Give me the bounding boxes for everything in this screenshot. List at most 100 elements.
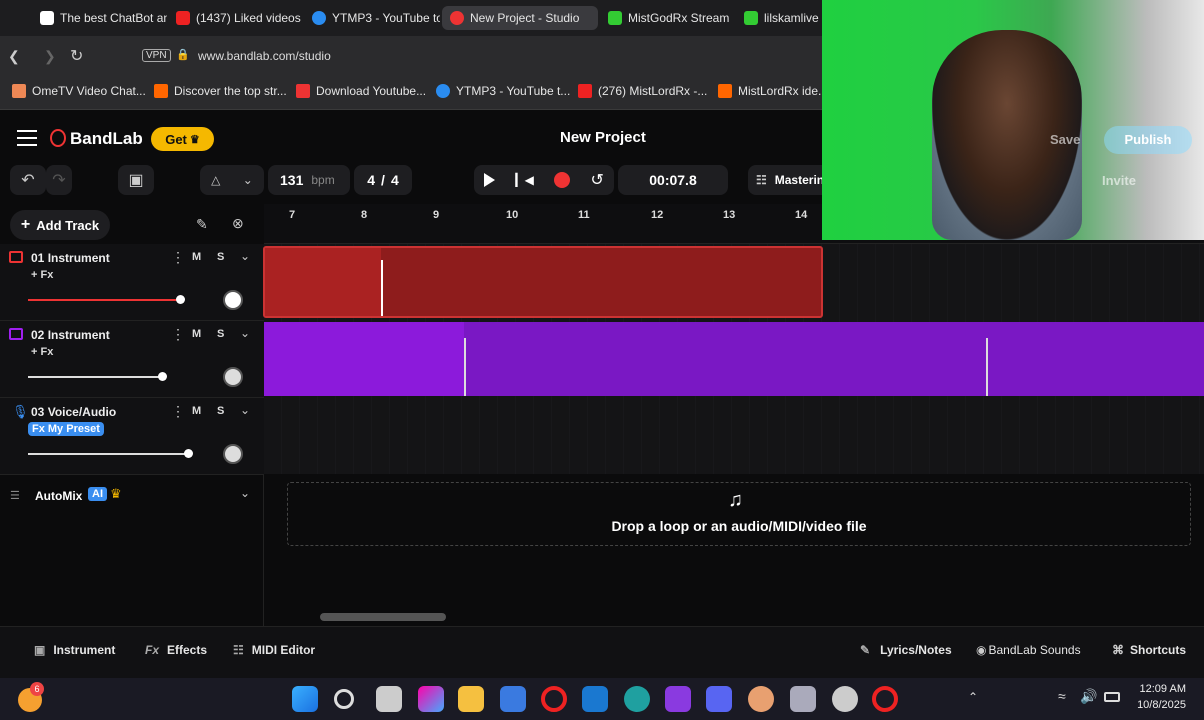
ruler-number: 14 bbox=[795, 209, 808, 221]
pan-knob[interactable] bbox=[223, 444, 243, 464]
volume-handle[interactable] bbox=[184, 449, 193, 458]
lyrics-notes-button[interactable]: ✎ Lyrics/Notes bbox=[860, 643, 952, 657]
undo-button[interactable]: ↶ bbox=[10, 165, 46, 195]
redo-button[interactable]: ↷ bbox=[46, 165, 72, 195]
url-field[interactable]: www.bandlab.com/studio bbox=[198, 49, 331, 63]
volume-slider[interactable] bbox=[28, 453, 190, 455]
publish-button[interactable]: Publish bbox=[1104, 126, 1192, 154]
camera-icon[interactable] bbox=[790, 686, 816, 712]
track-header[interactable]: 01 Instrument + Fx ⋮ M S ⌄ bbox=[0, 244, 264, 321]
solo-button[interactable]: S bbox=[217, 328, 224, 340]
file-explorer-icon[interactable] bbox=[458, 686, 484, 712]
browser-tab[interactable]: YTMP3 - YouTube to bbox=[304, 6, 440, 30]
more-icon[interactable]: ⋮ bbox=[171, 403, 185, 420]
back-icon[interactable]: ❮ bbox=[8, 48, 20, 65]
clipchamp-icon[interactable] bbox=[665, 686, 691, 712]
time-signature-control[interactable]: 4 / 4 bbox=[354, 165, 412, 195]
clock-date[interactable]: 10/8/2025 bbox=[1136, 699, 1186, 711]
add-fx-button[interactable]: + Fx bbox=[31, 269, 53, 281]
browser-tab[interactable]: (1437) Liked videos - bbox=[168, 6, 304, 30]
windows-start-icon[interactable] bbox=[292, 686, 318, 712]
add-fx-button[interactable]: + Fx bbox=[31, 346, 53, 358]
opera-icon[interactable] bbox=[541, 686, 567, 712]
bookmark[interactable]: OmeTV Video Chat... bbox=[12, 84, 146, 98]
midi-editor-tab[interactable]: ☷ MIDI Editor bbox=[233, 643, 315, 657]
opera-gx-icon[interactable] bbox=[872, 686, 898, 712]
discord-icon[interactable] bbox=[706, 686, 732, 712]
edge-icon[interactable] bbox=[624, 686, 650, 712]
track-header[interactable]: 02 Instrument + Fx ⋮ M S ⌄ bbox=[0, 321, 264, 398]
horizontal-scrollbar[interactable] bbox=[320, 613, 446, 621]
pan-knob[interactable] bbox=[223, 290, 243, 310]
bookmark[interactable]: (276) MistLordRx -... bbox=[578, 84, 707, 98]
more-icon[interactable]: ⋮ bbox=[171, 326, 185, 343]
bookmark[interactable]: MistLordRx ide... bbox=[718, 84, 828, 98]
metronome-control[interactable]: △ ⌄ bbox=[200, 165, 264, 195]
app-icon[interactable] bbox=[748, 686, 774, 712]
volume-handle[interactable] bbox=[176, 295, 185, 304]
vpn-badge[interactable]: VPN bbox=[142, 49, 171, 62]
save-button[interactable]: Save bbox=[1050, 132, 1080, 147]
outlook-icon[interactable] bbox=[582, 686, 608, 712]
play-button[interactable] bbox=[484, 173, 496, 187]
track-name: 02 Instrument bbox=[31, 328, 110, 342]
pen-tool-icon[interactable]: ✎ bbox=[196, 216, 208, 233]
battery-icon[interactable] bbox=[1104, 692, 1120, 702]
midi-region[interactable] bbox=[264, 322, 1204, 396]
record-button[interactable] bbox=[554, 172, 571, 188]
copilot-icon[interactable] bbox=[418, 686, 444, 712]
invite-button[interactable]: Invite bbox=[1102, 173, 1136, 188]
chevron-down-icon[interactable]: ⌄ bbox=[240, 326, 250, 340]
browser-tab[interactable]: MistGodRx Stream bbox=[600, 6, 736, 30]
volume-slider[interactable] bbox=[28, 299, 182, 301]
tempo-control[interactable]: 131 bpm bbox=[268, 165, 350, 195]
bookmark[interactable]: Discover the top str... bbox=[154, 84, 287, 98]
instrument-tab[interactable]: ▣ Instrument bbox=[34, 643, 115, 657]
shortcuts-button[interactable]: ⌘ Shortcuts bbox=[1112, 643, 1186, 657]
skip-back-icon[interactable]: ▎◀ bbox=[515, 173, 533, 187]
forward-icon[interactable]: ❯ bbox=[44, 48, 56, 65]
mute-button[interactable]: M bbox=[192, 405, 201, 417]
toggle-view-button[interactable]: ▣ bbox=[118, 165, 154, 195]
volume-handle[interactable] bbox=[158, 372, 167, 381]
magnet-icon[interactable]: ⊗ bbox=[232, 215, 244, 232]
volume-slider[interactable] bbox=[28, 376, 164, 378]
chevron-down-icon[interactable]: ⌄ bbox=[240, 403, 250, 417]
task-view-icon[interactable] bbox=[376, 686, 402, 712]
chevron-down-icon[interactable]: ⌄ bbox=[240, 249, 250, 263]
loop-icon[interactable]: ↺ bbox=[590, 170, 603, 190]
more-icon[interactable]: ⋮ bbox=[171, 249, 185, 266]
mute-button[interactable]: M bbox=[192, 251, 201, 263]
reload-icon[interactable]: ↻ bbox=[70, 46, 83, 66]
track-header[interactable]: 🎙 03 Voice/Audio Fx My Preset ⋮ M S ⌄ bbox=[0, 398, 264, 475]
get-membership-button[interactable]: Get ♛ bbox=[151, 127, 214, 151]
bookmark[interactable]: YTMP3 - YouTube t... bbox=[436, 84, 570, 98]
menu-icon[interactable] bbox=[17, 130, 37, 146]
clock-time[interactable]: 12:09 AM bbox=[1136, 683, 1186, 695]
volume-icon[interactable]: 🔊 bbox=[1080, 688, 1097, 705]
chevron-down-icon[interactable]: ⌄ bbox=[240, 486, 250, 500]
kick-icon bbox=[744, 11, 758, 25]
microphone-icon: 🎙 bbox=[12, 404, 29, 419]
chevron-up-icon[interactable]: ⌃ bbox=[968, 690, 978, 704]
midi-region[interactable] bbox=[263, 246, 823, 318]
project-title[interactable]: New Project bbox=[560, 129, 646, 146]
store-icon[interactable] bbox=[500, 686, 526, 712]
windows-taskbar: 6 ⌃ ≈ 🔊 12:09 AM 10/8/2025 bbox=[0, 678, 1204, 720]
search-icon[interactable] bbox=[334, 689, 354, 709]
game-icon[interactable] bbox=[832, 686, 858, 712]
wifi-icon[interactable]: ≈ bbox=[1058, 688, 1066, 704]
effects-tab[interactable]: Fx Effects bbox=[145, 643, 207, 657]
mute-button[interactable]: M bbox=[192, 328, 201, 340]
pan-knob[interactable] bbox=[223, 367, 243, 387]
drop-zone[interactable]: ♫ Drop a loop or an audio/MIDI/video fil… bbox=[287, 482, 1191, 546]
browser-tab-active[interactable]: New Project - Studio bbox=[442, 6, 598, 30]
automix-panel[interactable]: ☰ AutoMix AI ♛ ⌄ bbox=[0, 475, 264, 626]
browser-tab[interactable]: The best ChatBot and bbox=[32, 6, 167, 30]
preset-badge[interactable]: Fx My Preset bbox=[28, 422, 104, 436]
bandlab-sounds-button[interactable]: ◉ BandLab Sounds bbox=[976, 643, 1081, 657]
add-track-button[interactable]: + Add Track bbox=[10, 210, 110, 240]
solo-button[interactable]: S bbox=[217, 405, 224, 417]
bookmark[interactable]: Download Youtube... bbox=[296, 84, 426, 98]
solo-button[interactable]: S bbox=[217, 251, 224, 263]
